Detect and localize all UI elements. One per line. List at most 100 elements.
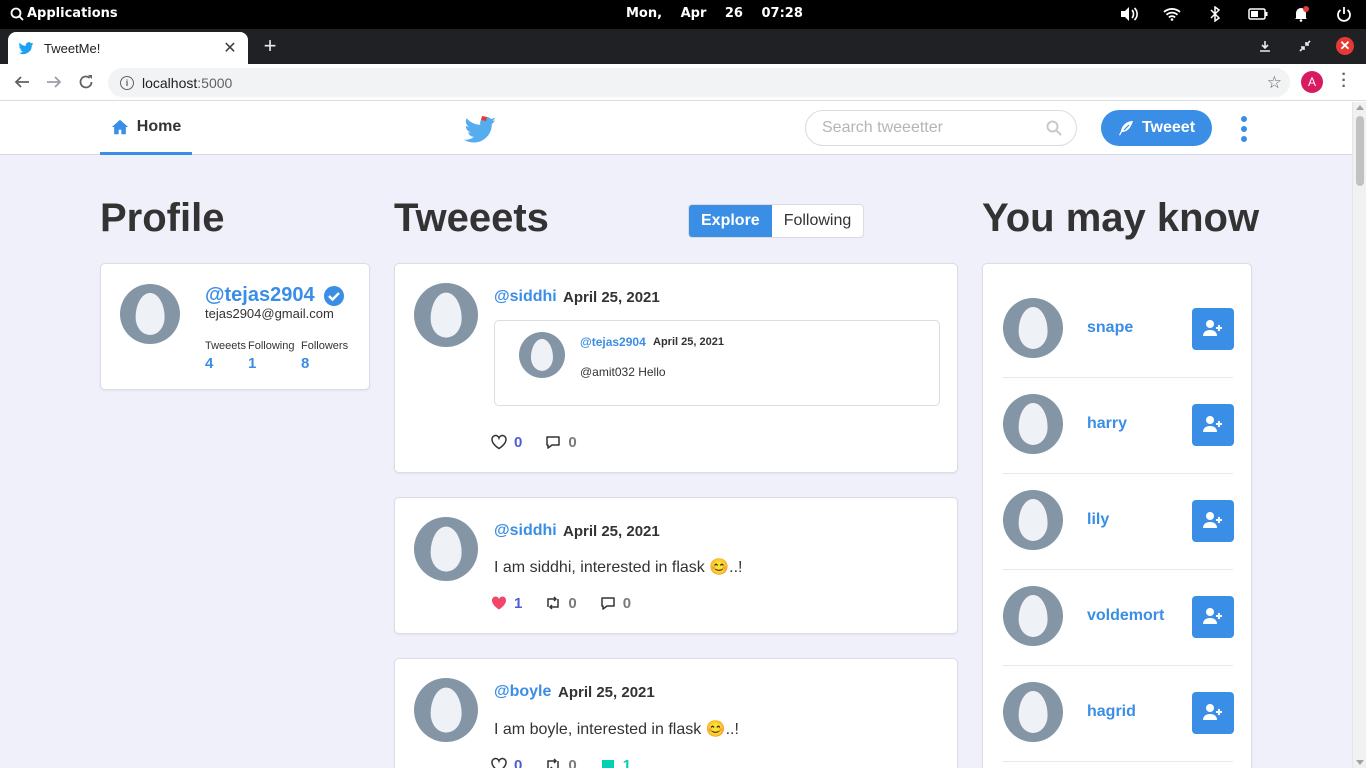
suggestion-item: voldemort [1003,570,1234,666]
stat-value: 8 [301,355,310,372]
stat-followers[interactable]: Followers 8 [301,340,348,372]
retweet-count: 0 [568,756,577,768]
site-info-icon[interactable]: i [120,75,134,90]
tab-explore[interactable]: Explore [689,205,772,237]
like-count: 1 [514,594,523,612]
retweet-date: April 25, 2021 [653,336,724,348]
avatar[interactable] [1003,298,1063,358]
download-icon[interactable] [1256,37,1274,55]
follow-button[interactable] [1192,308,1234,350]
retweet-icon [547,758,560,768]
page-scrollbar[interactable] [1352,102,1366,768]
suggestion-name[interactable]: harry [1087,415,1127,433]
bookmark-star-icon[interactable]: ☆ [1267,73,1282,93]
follow-button[interactable] [1192,596,1234,638]
avatar[interactable] [414,283,478,347]
user-plus-icon [1203,608,1222,624]
back-icon[interactable] [12,72,32,92]
retweet-button[interactable]: 0 [544,756,577,768]
suggestion-name[interactable]: hagrid [1087,703,1136,721]
top-navbar: Home Tweeet [0,102,1352,155]
avatar[interactable] [120,284,180,344]
tweet-text: I am boyle, interested in flask 😊..! [494,721,739,738]
scroll-up-icon[interactable] [1356,105,1364,110]
avatar[interactable] [1003,682,1063,742]
tweet-card: @boyle April 25, 2021 I am boyle, intere… [394,658,958,768]
search-input[interactable] [822,119,1042,137]
suggestion-item: snape [1003,282,1234,378]
battery-icon[interactable] [1248,5,1268,23]
comment-button[interactable]: 0 [544,433,577,451]
user-plus-icon [1203,704,1222,720]
os-top-bar: Applications Mon, Apr 26 07:28 [0,0,1366,29]
tweet-card: @siddhi April 25, 2021 @tejas2904 April … [394,263,958,473]
tweet-button[interactable]: Tweeet [1101,110,1212,146]
power-icon[interactable] [1334,5,1354,23]
tweet-actions: 1 0 0 [490,594,653,612]
retweet-handle[interactable]: @tejas2904 [580,335,646,349]
suggestions-card: snape harry lily voldemort hagrid [982,263,1252,768]
notification-icon[interactable] [1291,5,1311,23]
url-input[interactable]: i localhost:5000 ☆ [108,68,1290,97]
close-tab-icon[interactable]: ✕ [222,38,238,58]
browser-tab-strip: TweetMe! ✕ + ✕ [0,29,1366,64]
avatar[interactable] [414,678,478,742]
profile-card: @tejas2904 tejas2904@gmail.com Tweeets 4… [100,263,370,390]
retweet-card[interactable]: @tejas2904 April 25, 2021 @amit032 Hello [494,320,940,406]
scrollbar-thumb[interactable] [1356,116,1364,186]
avatar[interactable] [519,332,565,378]
follow-button[interactable] [1192,692,1234,734]
browser-menu-icon[interactable]: · · · [1337,67,1351,95]
applications-menu[interactable]: Applications [10,6,118,21]
follow-button[interactable] [1192,500,1234,542]
heart-icon [491,434,507,450]
follow-button[interactable] [1192,404,1234,446]
nav-home[interactable]: Home [100,102,192,155]
retweet-count: 0 [568,594,577,612]
tweet-card: @siddhi April 25, 2021 I am siddhi, inte… [394,497,958,634]
forward-icon[interactable] [44,72,64,92]
comment-count: 0 [568,433,577,451]
tweet-handle[interactable]: @siddhi [494,288,557,306]
more-menu-icon[interactable] [1236,116,1252,142]
feather-icon [1118,121,1133,136]
like-button[interactable]: 1 [490,594,522,612]
date-text: Mon, Apr 26 [626,6,743,21]
avatar[interactable] [1003,586,1063,646]
tab-following[interactable]: Following [772,205,864,237]
retweet-icon [547,596,560,610]
profile-handle[interactable]: @tejas2904 [205,284,315,307]
account-avatar[interactable]: A [1301,71,1323,93]
suggestion-name[interactable]: snape [1087,319,1133,337]
clock[interactable]: Mon, Apr 26 07:28 [626,6,803,21]
stat-following[interactable]: Following 1 [248,340,294,372]
avatar[interactable] [1003,394,1063,454]
stat-value: 4 [205,355,214,372]
url-port: :5000 [197,74,233,91]
home-icon [111,119,128,135]
tweet-handle[interactable]: @boyle [494,683,551,701]
comment-button[interactable]: 1 [599,756,631,768]
avatar[interactable] [1003,490,1063,550]
comment-button[interactable]: 0 [599,594,631,612]
avatar[interactable] [414,517,478,581]
twitter-logo-icon[interactable] [463,114,497,144]
bluetooth-icon[interactable] [1205,5,1225,23]
wifi-icon[interactable] [1162,5,1182,23]
stat-label: Following [248,340,295,352]
tweet-handle[interactable]: @siddhi [494,522,557,540]
scroll-down-icon[interactable] [1356,760,1364,765]
suggestion-name[interactable]: voldemort [1087,607,1164,625]
like-button[interactable]: 0 [490,433,522,451]
reload-icon[interactable] [76,72,96,92]
search-icon[interactable] [1046,120,1062,136]
restore-window-icon[interactable] [1296,37,1314,55]
suggestion-name[interactable]: lily [1087,511,1109,529]
retweet-button[interactable]: 0 [544,594,577,612]
browser-tab[interactable]: TweetMe! ✕ [8,32,248,64]
new-tab-icon[interactable]: + [259,35,281,57]
like-button[interactable]: 0 [490,756,522,768]
close-window-icon[interactable]: ✕ [1336,37,1354,55]
volume-icon[interactable] [1119,5,1139,23]
stat-tweets[interactable]: Tweeets 4 [205,340,246,372]
